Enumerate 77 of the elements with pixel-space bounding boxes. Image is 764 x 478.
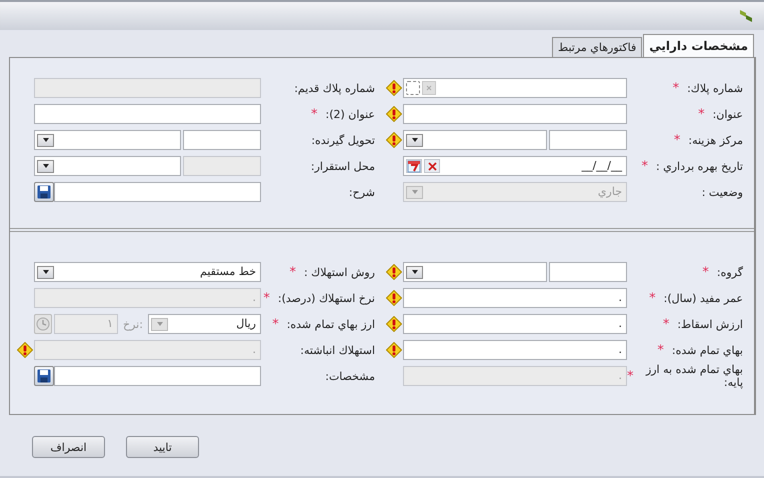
caret-icon <box>412 190 418 194</box>
field-label: عنوان (2): <box>326 108 375 120</box>
caret-icon <box>42 270 48 274</box>
field-label: روش استهلاك : <box>304 266 375 278</box>
code-field[interactable] <box>183 130 261 150</box>
field-label: عنوان: <box>712 108 743 120</box>
text-field[interactable] <box>54 182 261 202</box>
field-label: شماره پلاك قديم: <box>294 82 375 94</box>
save-button[interactable] <box>34 366 54 386</box>
dropdown-button[interactable] <box>406 134 423 146</box>
caret-icon <box>412 138 418 142</box>
dropdown-button[interactable] <box>37 266 54 278</box>
field-label: ارز بهاي تمام شده: <box>286 318 375 330</box>
dropdown-button[interactable] <box>37 160 54 172</box>
logo-icon <box>740 9 752 23</box>
field-label: استهلاك انباشته: <box>300 344 375 356</box>
field-label: محل استقرار: <box>310 160 375 172</box>
required-mark: * <box>702 266 709 278</box>
text-field[interactable] <box>34 104 261 124</box>
field-label: تحويل گيرنده: <box>311 134 375 146</box>
required-mark: * <box>272 318 279 330</box>
caret-icon <box>412 270 418 274</box>
save-icon <box>37 369 51 383</box>
required-mark: * <box>263 292 270 304</box>
field-label: مشخصات: <box>325 370 375 382</box>
tab[interactable]: مشخصات دارايي <box>643 34 754 57</box>
dropdown-button[interactable] <box>37 134 54 146</box>
dropdown[interactable]: ريال <box>148 314 261 334</box>
caret-icon <box>156 322 162 326</box>
field-label: تاريخ بهره برداري : <box>656 160 743 172</box>
save-icon <box>37 185 51 199</box>
field-label: نرخ استهلاك (درصد): <box>278 292 375 304</box>
close-icon <box>428 162 436 170</box>
required-mark: * <box>649 292 656 304</box>
text-field[interactable] <box>403 104 627 124</box>
required-mark: * <box>698 108 705 120</box>
text-field[interactable] <box>54 366 261 386</box>
close-icon <box>426 85 432 91</box>
cancel-button[interactable]: انصراف <box>32 436 105 458</box>
select-button[interactable] <box>406 81 420 95</box>
required-mark: * <box>657 344 664 356</box>
calendar-button[interactable] <box>406 159 422 173</box>
field-label: مركز هزينه: <box>688 134 743 146</box>
text-field[interactable]: . <box>403 314 627 334</box>
required-mark: * <box>662 318 670 330</box>
code-field[interactable] <box>549 262 627 282</box>
field-label: عمر مفيد (سال): <box>664 292 743 304</box>
clock-icon <box>36 317 50 331</box>
field-label: بهاي تمام شده: <box>672 344 743 356</box>
required-mark: * <box>672 82 680 94</box>
confirm-button[interactable]: تاييد <box>126 436 199 458</box>
field-label: بهاي تمام شده به ارز پايه: <box>644 363 743 389</box>
field-label: شرح: <box>348 186 375 198</box>
field-label: گروه: <box>716 266 743 278</box>
rate-label: نرخ: <box>122 318 144 330</box>
required-mark: * <box>289 266 296 278</box>
text-field[interactable]: . <box>403 288 627 308</box>
dropdown-button[interactable] <box>406 266 423 278</box>
tab[interactable]: فاكتورهاي مرتبط <box>552 37 642 57</box>
text-field[interactable]: . <box>403 340 627 360</box>
refresh-button[interactable] <box>34 314 52 334</box>
calendar-icon <box>407 159 421 173</box>
required-mark: * <box>641 160 648 172</box>
required-mark: * <box>627 370 634 382</box>
caret-icon <box>42 164 48 168</box>
code-field[interactable] <box>549 130 627 150</box>
required-mark: * <box>674 134 680 146</box>
date-field[interactable]: __/__/__ <box>403 156 627 176</box>
clear-button[interactable] <box>424 159 440 173</box>
save-button[interactable] <box>34 182 54 202</box>
field-label: وضعيت : <box>702 186 743 198</box>
required-mark: * <box>311 108 318 120</box>
dropdown[interactable]: خط مستقيم <box>34 262 261 282</box>
text-field[interactable] <box>403 78 627 98</box>
field-label: شماره پلاك: <box>687 82 743 94</box>
caret-icon <box>42 138 48 142</box>
field-label: ارزش اسقاط: <box>677 318 743 330</box>
